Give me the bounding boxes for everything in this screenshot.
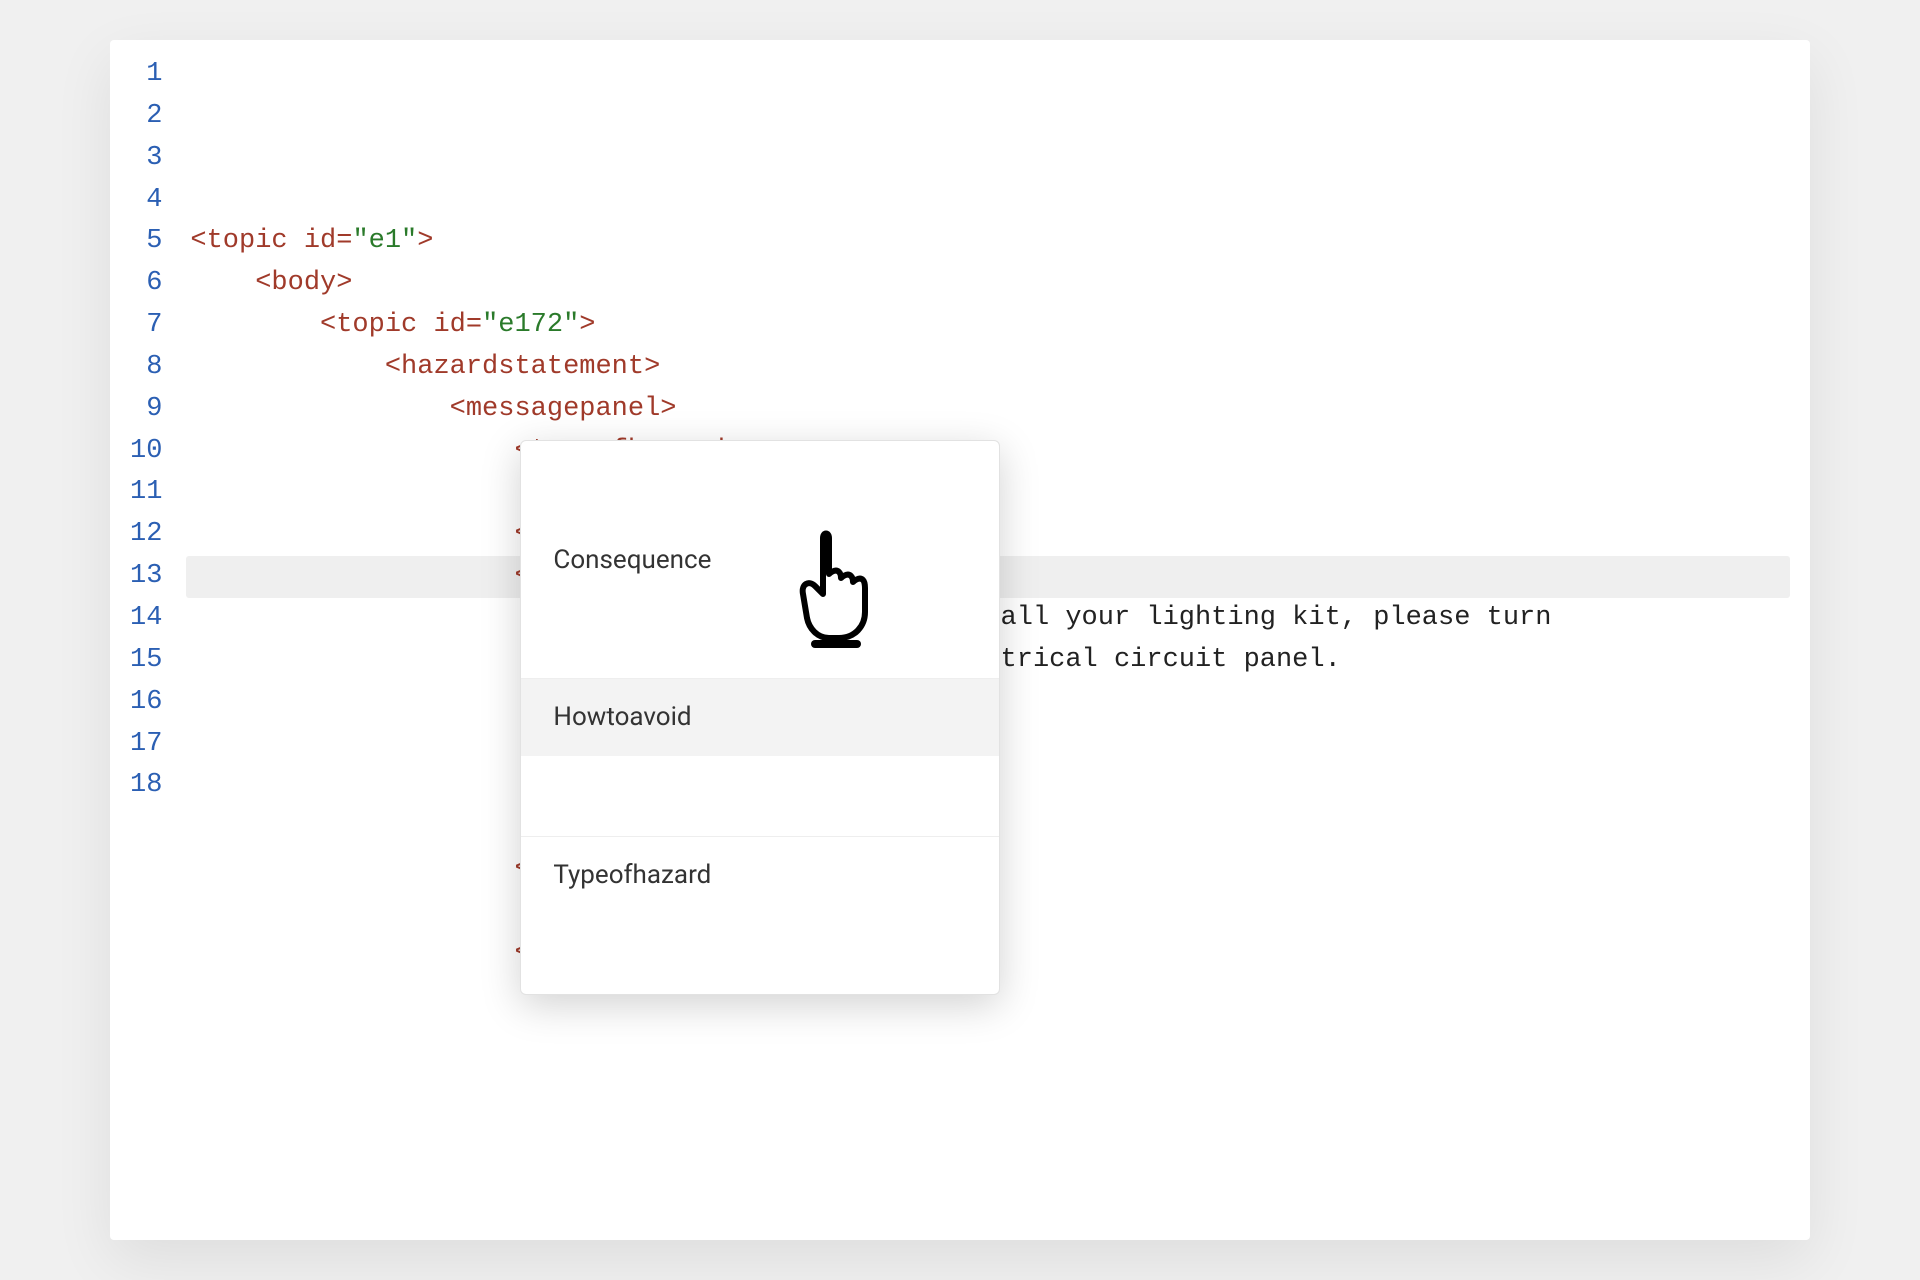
- line-number: 17: [130, 724, 162, 766]
- code-line[interactable]: <hazardstatement>: [190, 347, 1790, 389]
- line-number: 14: [130, 598, 162, 640]
- autocomplete-item-typeofhazard[interactable]: Typeofhazard: [521, 836, 999, 913]
- code-line[interactable]: <messagepanel>: [190, 389, 1790, 431]
- line-number: 7: [130, 305, 162, 347]
- line-number: 12: [130, 514, 162, 556]
- code-line[interactable]: <topic id="e172">: [190, 305, 1790, 347]
- line-number: 9: [130, 389, 162, 431]
- line-number: 10: [130, 431, 162, 473]
- code-line[interactable]: <body>: [190, 263, 1790, 305]
- line-number: 6: [130, 263, 162, 305]
- line-number: 11: [130, 472, 162, 514]
- line-number: 16: [130, 682, 162, 724]
- code-area[interactable]: <topic id="e1"> <body> <topic id="e172">…: [190, 54, 1810, 1226]
- code-line[interactable]: <topic id="e1">: [190, 221, 1790, 263]
- line-number: 1: [130, 54, 162, 96]
- line-number: 13: [130, 556, 162, 598]
- line-number-gutter: 123456789101112131415161718: [110, 54, 190, 1226]
- code-editor[interactable]: 123456789101112131415161718 <topic id="e…: [110, 40, 1810, 1240]
- line-number: 4: [130, 180, 162, 222]
- line-number: 8: [130, 347, 162, 389]
- code-editor-panel: 123456789101112131415161718 <topic id="e…: [110, 40, 1810, 1240]
- line-number: 18: [130, 765, 162, 807]
- autocomplete-popup[interactable]: Consequence Howtoavoid Typeofhazard: [520, 440, 1000, 995]
- line-number: 5: [130, 221, 162, 263]
- line-number: 15: [130, 640, 162, 682]
- line-number: 2: [130, 96, 162, 138]
- autocomplete-item-consequence[interactable]: Consequence: [521, 522, 999, 598]
- autocomplete-item-howtoavoid[interactable]: Howtoavoid: [521, 678, 999, 755]
- line-number: 3: [130, 138, 162, 180]
